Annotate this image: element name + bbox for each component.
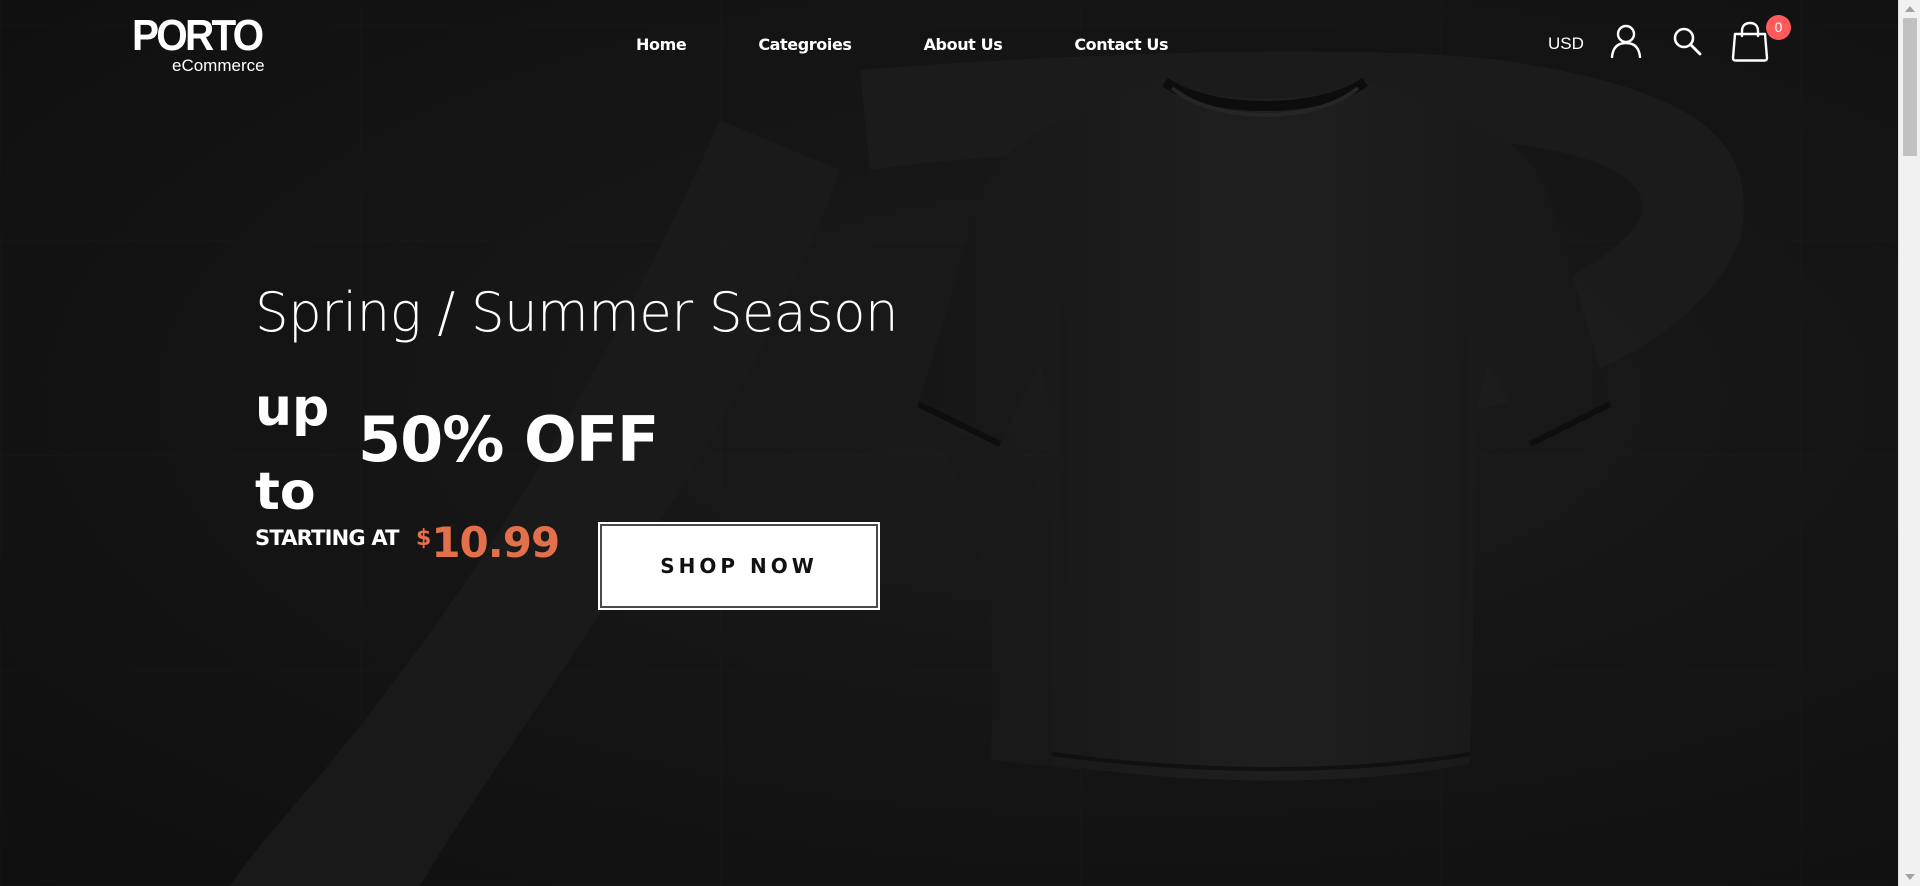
vertical-scrollbar[interactable]: [1898, 0, 1920, 886]
cart-count-badge: 0: [1766, 15, 1791, 40]
brand-tagline: eCommerce: [172, 56, 265, 75]
brand-logo[interactable]: PORTO eCommerce: [132, 11, 265, 78]
nav-item-contact-us[interactable]: Contact Us: [1074, 35, 1168, 54]
scroll-down-arrow-icon[interactable]: [1905, 874, 1915, 880]
user-icon[interactable]: [1610, 24, 1642, 58]
up-word: up: [255, 378, 330, 438]
starting-at-label: STARTING AT: [255, 526, 400, 550]
currency-selector[interactable]: USD: [1548, 34, 1584, 54]
to-word: to: [255, 462, 316, 522]
scrollbar-thumb[interactable]: [1903, 18, 1917, 156]
cart-icon[interactable]: [1730, 20, 1770, 62]
starting-price: $10.99: [416, 518, 560, 567]
scroll-up-arrow-icon[interactable]: [1905, 6, 1915, 12]
brand-name: PORTO: [132, 11, 264, 60]
page: PORTO eCommerce Home Categroies About Us…: [0, 0, 1920, 886]
price-currency-symbol: $: [416, 526, 432, 551]
nav-item-about-us[interactable]: About Us: [924, 35, 1003, 54]
price-amount: 10.99: [431, 518, 560, 567]
search-icon[interactable]: [1672, 26, 1702, 56]
main-nav: Home Categroies About Us Contact Us: [600, 32, 1204, 56]
season-heading: Spring / Summer Season: [255, 281, 899, 344]
discount-headline: 50% OFF: [358, 403, 659, 476]
shop-now-button[interactable]: SHOP NOW: [600, 524, 878, 608]
up-to-text: up to: [255, 366, 345, 534]
tshirt-product-image: [916, 77, 1612, 781]
nav-item-categories[interactable]: Categroies: [758, 35, 852, 54]
nav-item-home[interactable]: Home: [636, 35, 687, 54]
